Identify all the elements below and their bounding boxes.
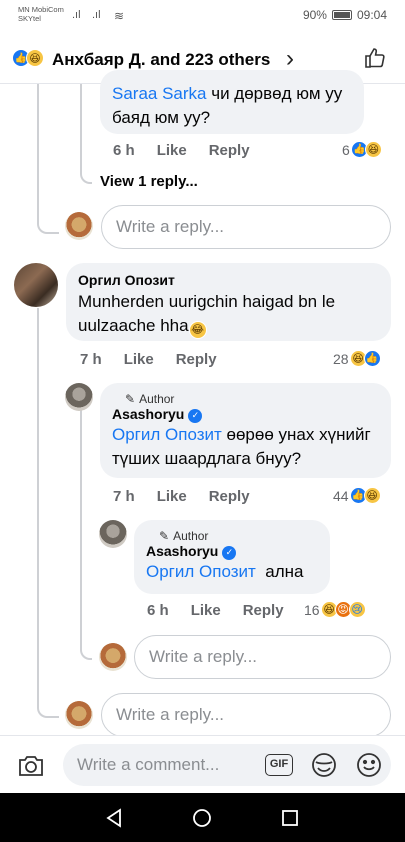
status-right: 90% 09:04 bbox=[303, 8, 387, 22]
home-icon[interactable] bbox=[192, 808, 212, 828]
comment-text: Saraa Sarka чи дөрвөд юм уу баяд юм уу? bbox=[112, 84, 343, 127]
reply-button[interactable]: Reply bbox=[209, 488, 250, 505]
verified-badge-icon: ✓ bbox=[222, 545, 237, 560]
haha-reaction-icon: 😆 bbox=[26, 49, 44, 67]
thread-line bbox=[37, 84, 59, 234]
comment-bubble[interactable]: ✎ Author Asashoryu ✓ Оргил Опозит ална bbox=[134, 520, 330, 594]
thread-line bbox=[80, 84, 92, 184]
like-reaction-icon: 👍 bbox=[363, 350, 381, 367]
back-icon[interactable] bbox=[104, 808, 124, 828]
signal-icon: .ıl bbox=[72, 9, 81, 21]
header-reactions: 👍 😆 bbox=[12, 49, 44, 67]
avatar[interactable] bbox=[65, 383, 93, 411]
reaction-count[interactable]: 44 👍 😆 bbox=[333, 487, 381, 504]
commenter-name[interactable]: Asashoryu ✓ bbox=[146, 543, 318, 560]
status-bar: MN MobiCom SKYtel .ıl .ıl ≋ 90% 09:04 bbox=[0, 0, 405, 34]
pencil-icon: ✎ bbox=[125, 392, 136, 406]
thread-line bbox=[80, 410, 92, 660]
reply-button[interactable]: Reply bbox=[243, 602, 284, 619]
reply-input[interactable]: Write a reply... bbox=[101, 205, 391, 249]
commenter-name[interactable]: Asashoryu ✓ bbox=[112, 406, 379, 423]
system-nav-bar bbox=[0, 793, 405, 842]
camera-icon[interactable] bbox=[17, 754, 45, 778]
haha-reaction-icon: 😆 bbox=[364, 141, 382, 158]
comment-time: 7 h bbox=[113, 488, 135, 505]
comment-time: 6 h bbox=[113, 142, 135, 159]
sticker-icon[interactable] bbox=[310, 752, 338, 778]
comment-actions: 7 h Like Reply bbox=[80, 351, 217, 368]
signal-icon: .ıl bbox=[92, 9, 101, 21]
like-button[interactable]: Like bbox=[157, 142, 187, 159]
recent-apps-icon[interactable] bbox=[280, 808, 300, 828]
comment-input[interactable]: Write a comment... bbox=[63, 744, 391, 786]
reactions-title[interactable]: Анхбаяр Д. and 223 others bbox=[52, 50, 270, 70]
mention-link[interactable]: Оргил Опозит bbox=[146, 562, 256, 581]
reaction-count[interactable]: 6 👍 😆 bbox=[342, 141, 382, 158]
comment-actions: 6 h Like Reply bbox=[113, 142, 250, 159]
comment-text: Оргил Опозит ална bbox=[146, 561, 304, 581]
sad-reaction-icon: 😢 bbox=[348, 601, 366, 618]
comment-text: Оргил Опозит өөрөө унах хүнийг түших шаа… bbox=[112, 424, 371, 468]
wifi-icon: ≋ bbox=[114, 9, 125, 23]
author-badge: ✎ Author bbox=[159, 529, 209, 543]
avatar[interactable] bbox=[14, 263, 58, 307]
like-button[interactable]: Like bbox=[191, 602, 221, 619]
comment-actions: 6 h Like Reply bbox=[147, 602, 284, 619]
carrier-info: MN MobiCom SKYtel bbox=[18, 5, 64, 23]
clock: 09:04 bbox=[356, 8, 387, 22]
laughing-emoji-icon: 😂 bbox=[188, 321, 207, 339]
comment-composer: Write a comment... GIF bbox=[0, 735, 405, 793]
battery-percent: 90% bbox=[302, 8, 327, 22]
like-button[interactable]: Like bbox=[124, 351, 154, 368]
battery-icon bbox=[331, 10, 352, 20]
mention-link[interactable]: Saraa Sarka bbox=[112, 84, 207, 103]
reply-input[interactable]: Write a reply... bbox=[101, 693, 391, 737]
reply-input[interactable]: Write a reply... bbox=[134, 635, 391, 679]
mention-link[interactable]: Оргил Опозит bbox=[112, 425, 222, 444]
comment-bubble[interactable]: ✎ Author Asashoryu ✓ Оргил Опозит өөрөө у… bbox=[100, 383, 391, 478]
chevron-right-icon[interactable]: › bbox=[286, 45, 294, 73]
emoji-icon[interactable] bbox=[356, 752, 382, 778]
comment-bubble[interactable]: Saraa Sarka чи дөрвөд юм уу баяд юм уу? bbox=[100, 70, 364, 134]
reaction-count[interactable]: 28 😆 👍 bbox=[333, 350, 381, 367]
comment-time: 7 h bbox=[80, 351, 102, 368]
pencil-icon: ✎ bbox=[159, 529, 170, 543]
avatar bbox=[99, 643, 127, 671]
view-replies-link[interactable]: View 1 reply... bbox=[100, 173, 198, 190]
gif-icon[interactable]: GIF bbox=[265, 754, 293, 776]
verified-badge-icon: ✓ bbox=[188, 408, 203, 423]
thumbs-up-icon[interactable] bbox=[363, 46, 387, 70]
comment-time: 6 h bbox=[147, 602, 169, 619]
reaction-count[interactable]: 16 😆 😡 😢 bbox=[304, 601, 366, 618]
commenter-name[interactable]: Оргил Опозит bbox=[78, 272, 379, 288]
like-button[interactable]: Like bbox=[157, 488, 187, 505]
comment-text: Munherden uurigchin haigad bn le uulzaac… bbox=[78, 290, 379, 339]
avatar bbox=[65, 701, 93, 729]
avatar[interactable] bbox=[99, 520, 127, 548]
thread-line bbox=[37, 308, 59, 718]
comment-actions: 7 h Like Reply bbox=[113, 488, 250, 505]
author-badge: ✎ Author bbox=[125, 392, 175, 406]
avatar bbox=[65, 212, 93, 240]
reply-button[interactable]: Reply bbox=[176, 351, 217, 368]
haha-reaction-icon: 😆 bbox=[363, 487, 381, 504]
comment-bubble[interactable]: Оргил Опозит Munherden uurigchin haigad … bbox=[66, 263, 391, 341]
reply-button[interactable]: Reply bbox=[209, 142, 250, 159]
